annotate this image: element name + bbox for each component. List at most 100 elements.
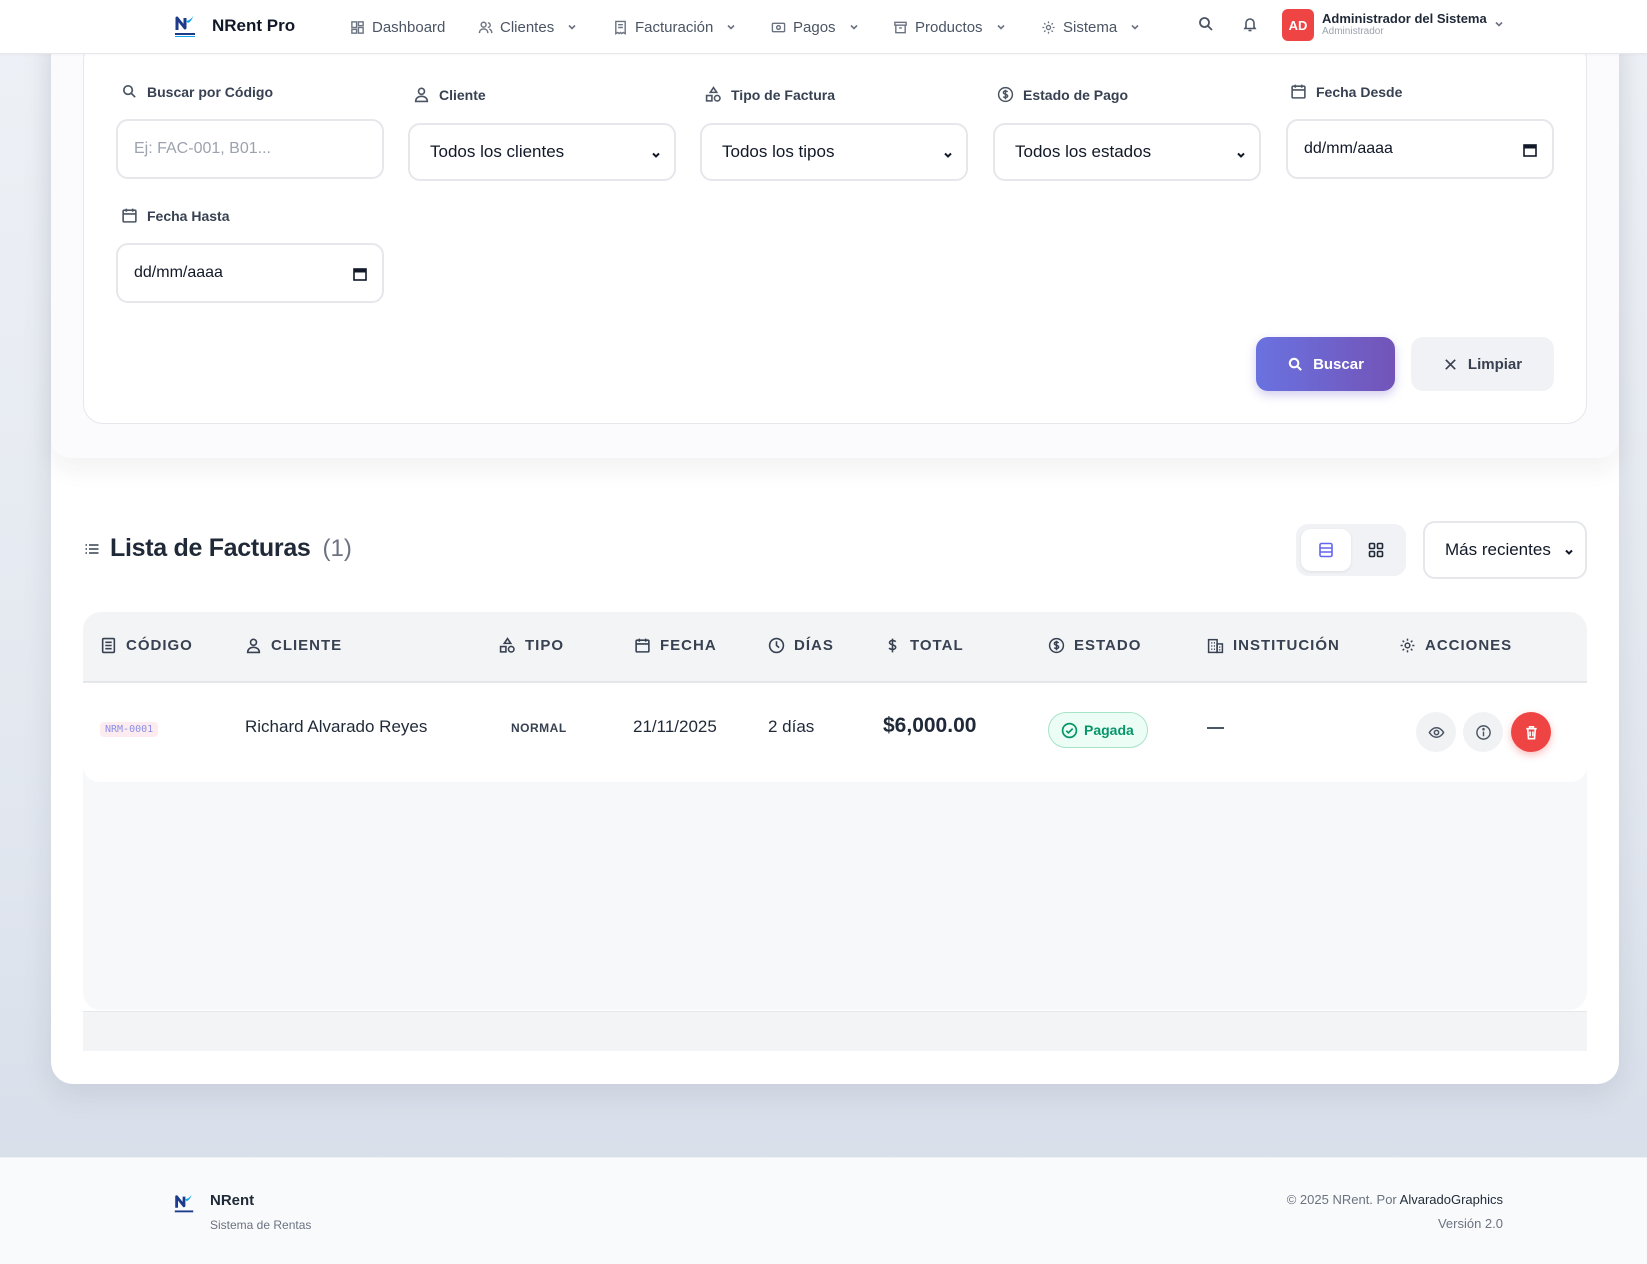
calendar-icon	[122, 208, 137, 223]
info-button[interactable]	[1463, 712, 1503, 752]
header-label: CÓDIGO	[126, 637, 193, 654]
header-label: TIPO	[525, 637, 565, 654]
chevron-down-icon	[1131, 24, 1139, 30]
delete-button[interactable]	[1511, 712, 1551, 752]
list-title: Lista de Facturas	[110, 534, 311, 562]
cliente-filter-label: Cliente	[413, 86, 486, 103]
header-label: ESTADO	[1074, 637, 1142, 654]
label-text: Cliente	[439, 86, 486, 103]
table-row[interactable]: NRM-0001 Richard Alvarado Reyes NORMAL 2…	[83, 683, 1587, 782]
cliente-select[interactable]: Todos los clientes	[408, 123, 676, 181]
header-label: CLIENTE	[271, 637, 343, 654]
calendar-icon[interactable]	[1522, 142, 1538, 158]
column-header-codigo[interactable]: CÓDIGO	[100, 637, 193, 654]
header-label: INSTITUCIÓN	[1233, 637, 1340, 654]
nav-label: Pagos	[793, 18, 836, 36]
table-view-button[interactable]	[1301, 529, 1351, 571]
table-header: CÓDIGO CLIENTE TIPO FECHA DÍAS TOTAL EST…	[83, 612, 1587, 683]
tipo-select[interactable]: Todos los tipos	[700, 123, 968, 181]
date-value: dd/mm/aaaa	[1304, 140, 1393, 157]
fecha-hasta-input[interactable]: dd/mm/aaaa	[116, 243, 384, 303]
calendar-icon[interactable]	[352, 266, 368, 282]
app-name: NRent Pro	[212, 16, 296, 35]
column-header-tipo[interactable]: TIPO	[499, 637, 564, 654]
info-icon	[1475, 724, 1491, 740]
estado-filter-label: Estado de Pago	[997, 86, 1128, 103]
fecha-desde-input[interactable]: dd/mm/aaaa	[1286, 119, 1554, 179]
top-navbar: NRent Pro Dashboard Clientes Facturación…	[0, 0, 1647, 54]
chevron-down-icon[interactable]	[1493, 18, 1505, 30]
invoice-days: 2 días	[768, 717, 815, 736]
sort-select[interactable]: Más recientes	[1423, 521, 1587, 579]
nav-sistema[interactable]: Sistema	[1041, 15, 1141, 39]
list-icon	[85, 543, 99, 554]
copyright-text: © 2025 NRent. Por	[1286, 1192, 1397, 1207]
column-header-institucion[interactable]: INSTITUCIÓN	[1207, 637, 1340, 654]
chevron-down-icon	[652, 152, 660, 158]
label-text: Buscar por Código	[147, 83, 274, 100]
institucion-empty	[1207, 727, 1224, 729]
check-circle-icon	[1061, 722, 1078, 738]
dollar-circle-icon	[1048, 637, 1065, 654]
chevron-down-icon	[996, 24, 1005, 30]
user-name[interactable]: Administrador del Sistema	[1322, 11, 1487, 26]
invoice-client: Richard Alvarado Reyes	[245, 717, 428, 736]
avatar[interactable]: AD	[1282, 9, 1314, 41]
invoice-date: 21/11/2025	[633, 717, 717, 736]
nav-productos[interactable]: Productos	[893, 15, 1007, 39]
estado-select[interactable]: Todos los estados	[993, 123, 1261, 181]
document-icon	[101, 637, 116, 654]
label-text: Estado de Pago	[1023, 86, 1129, 103]
select-value: Todos los estados	[1015, 142, 1152, 161]
column-header-estado[interactable]: ESTADO	[1048, 637, 1141, 654]
grid-view-icon	[1368, 542, 1384, 558]
view-button[interactable]	[1416, 712, 1456, 752]
column-header-fecha[interactable]: FECHA	[634, 637, 717, 654]
nav-label: Productos	[915, 18, 983, 36]
footer-brand-name: NRent	[210, 1192, 255, 1209]
invoice-code[interactable]: NRM-0001	[100, 722, 159, 737]
nav-label: Clientes	[500, 18, 555, 36]
footer-version: Versión 2.0	[1437, 1216, 1503, 1231]
bell-icon[interactable]	[1241, 15, 1259, 33]
box-icon	[894, 21, 907, 33]
users-icon	[478, 21, 493, 33]
user-icon	[414, 87, 429, 103]
clock-icon	[768, 637, 785, 654]
header-label: TOTAL	[910, 637, 964, 654]
search-icon	[1288, 357, 1302, 371]
sort-value: Más recientes	[1445, 540, 1551, 559]
nav-dashboard[interactable]: Dashboard	[350, 15, 445, 39]
codigo-search-input[interactable]: Ej: FAC-001, B01...	[116, 119, 384, 179]
shapes-icon	[705, 86, 721, 102]
fecha-hasta-label: Fecha Hasta	[121, 207, 229, 224]
calendar-icon	[635, 638, 650, 653]
column-header-acciones: ACCIONES	[1399, 637, 1512, 654]
select-value: Todos los tipos	[722, 142, 835, 161]
nav-label: Sistema	[1063, 18, 1118, 36]
nrent-logo-icon	[175, 16, 195, 37]
column-header-cliente[interactable]: CLIENTE	[245, 637, 342, 654]
author-link[interactable]: AlvaradoGraphics	[1400, 1192, 1503, 1207]
select-value: Todos los clientes	[430, 142, 565, 161]
search-icon[interactable]	[1197, 15, 1215, 33]
eye-icon	[1428, 726, 1444, 738]
brand[interactable]: NRent Pro	[172, 12, 295, 40]
grid-view-button[interactable]	[1351, 529, 1401, 571]
gear-icon	[1400, 638, 1415, 653]
nav-facturacion[interactable]: Facturación	[613, 15, 737, 39]
building-icon	[1207, 638, 1224, 654]
status-badge: Pagada	[1048, 712, 1148, 748]
column-header-dias[interactable]: DÍAS	[768, 637, 834, 654]
buscar-button[interactable]: Buscar	[1256, 337, 1395, 391]
limpiar-button[interactable]: Limpiar	[1411, 337, 1554, 391]
footer-copyright: © 2025 NRent. Por AlvaradoGraphics	[1287, 1192, 1503, 1207]
nav-pagos[interactable]: Pagos	[771, 15, 860, 39]
chevron-down-icon	[944, 152, 952, 158]
nav-clientes[interactable]: Clientes	[478, 15, 578, 39]
nrent-logo-icon	[174, 1194, 194, 1213]
label-text: Fecha Hasta	[147, 207, 230, 224]
chevron-down-icon	[1237, 152, 1245, 158]
column-header-total[interactable]: TOTAL	[884, 637, 964, 654]
label-text: Fecha Desde	[1316, 83, 1403, 100]
